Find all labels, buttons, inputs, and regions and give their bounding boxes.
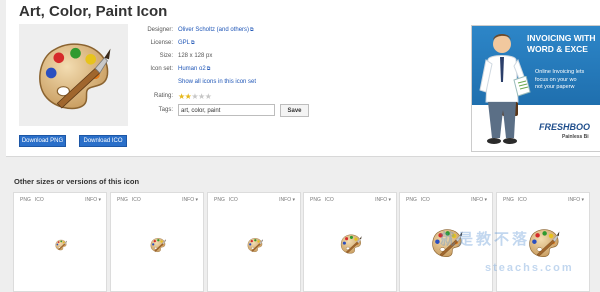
external-link-icon: ⧉ [206, 66, 211, 72]
card-png-link[interactable]: PNG [406, 197, 417, 203]
card-png-link[interactable]: PNG [117, 197, 128, 203]
rating-stars[interactable]: ★★★★★ [178, 92, 212, 101]
paint-palette-icon [36, 38, 112, 114]
paint-palette-icon[interactable] [528, 227, 560, 259]
tags-input[interactable]: art, color, paint [178, 104, 275, 116]
ad-headline: INVOICING WITH WORD & EXCE [527, 33, 595, 55]
card-ico-link[interactable]: ICO [421, 197, 430, 203]
size-card: PNG ICO INFO ▾ [110, 192, 204, 292]
card-png-link[interactable]: PNG [20, 197, 31, 203]
size-value: 128 x 128 px [178, 53, 213, 59]
ad-headline-line-2: WORD & EXCE [527, 44, 588, 54]
card-format-links: PNG ICO [117, 197, 145, 203]
document-icon [513, 76, 531, 97]
star-icon[interactable]: ★ [191, 92, 198, 101]
save-button[interactable]: Save [280, 104, 309, 117]
size-card: PNG ICO INFO ▾ [207, 192, 301, 292]
card-info-dropdown[interactable]: INFO ▾ [471, 197, 487, 203]
card-info-dropdown[interactable]: INFO ▾ [279, 197, 295, 203]
card-format-links: PNG ICO [406, 197, 434, 203]
icon-preview [19, 24, 128, 126]
show-all-icons-link[interactable]: Show all icons in this icon set [178, 79, 256, 85]
card-info-dropdown[interactable]: INFO ▾ [375, 197, 391, 203]
iconset-label: Icon set: [150, 66, 173, 72]
license-value-container: GPL⧉ [178, 40, 195, 46]
ad-body-text: Online Invoicing lets focus on your wo n… [535, 69, 584, 92]
designer-link[interactable]: Oliver Scholtz (and others) [178, 27, 249, 33]
card-ico-link[interactable]: ICO [132, 197, 141, 203]
ad-body-line-2: focus on your wo [535, 76, 577, 83]
ad-body-line-1: Online Invoicing lets [535, 69, 585, 75]
external-link-icon: ⧉ [250, 27, 254, 33]
iconset-value-container: Human o2⧉ [178, 66, 210, 72]
card-format-links: PNG ICO [503, 197, 531, 203]
card-ico-link[interactable]: ICO [325, 197, 334, 203]
card-info-dropdown[interactable]: INFO ▾ [568, 197, 584, 203]
ad-logo: FRESHBOO [539, 122, 591, 132]
card-png-link[interactable]: PNG [214, 197, 225, 203]
size-card: PNG ICO INFO ▾ [13, 192, 107, 292]
card-png-link[interactable]: PNG [503, 197, 514, 203]
card-info-dropdown[interactable]: INFO ▾ [85, 197, 101, 203]
size-card: PNG ICO INFO ▾ [303, 192, 397, 292]
ad-tagline: Painless Bi [562, 134, 589, 140]
download-png-button[interactable]: Download PNG [19, 135, 66, 147]
watermark-url: steachs.com [485, 262, 574, 274]
watermark-text: 就是教不落 [440, 230, 531, 248]
designer-value-container: Oliver Scholtz (and others)⧉ [178, 27, 254, 33]
external-link-icon: ⧉ [191, 40, 195, 46]
page-title: Art, Color, Paint Icon [19, 3, 168, 20]
star-icon[interactable]: ★ [198, 92, 205, 101]
paint-palette-icon[interactable] [340, 233, 362, 255]
tags-label: Tags: [158, 107, 173, 113]
designer-label: Designer: [147, 27, 173, 33]
icon-detail-panel: Art, Color, Paint Icon Download PNG Down… [6, 0, 600, 157]
card-png-link[interactable]: PNG [310, 197, 321, 203]
card-format-links: PNG ICO [310, 197, 338, 203]
advertisement-banner[interactable]: INVOICING WITH WORD & EXCE Online Invoic… [471, 25, 600, 152]
ad-body-line-3: not your paperw [535, 84, 575, 90]
star-icon[interactable]: ★ [205, 92, 212, 101]
card-ico-link[interactable]: ICO [518, 197, 527, 203]
card-ico-link[interactable]: ICO [35, 197, 44, 203]
license-link[interactable]: GPL [178, 40, 190, 46]
rating-label: Rating: [153, 93, 173, 99]
download-ico-button[interactable]: Download ICO [79, 135, 127, 147]
star-icon[interactable]: ★ [178, 92, 185, 101]
card-format-links: PNG ICO [214, 197, 242, 203]
card-info-dropdown[interactable]: INFO ▾ [182, 197, 198, 203]
iconset-link[interactable]: Human o2 [178, 66, 206, 72]
ad-headline-line-1: INVOICING WITH [527, 33, 596, 43]
card-ico-link[interactable]: ICO [229, 197, 238, 203]
other-sizes-title: Other sizes or versions of this icon [14, 177, 140, 186]
paint-palette-icon[interactable] [150, 237, 166, 253]
size-label: Size: [159, 53, 173, 59]
license-label: License: [150, 40, 173, 46]
paint-palette-icon[interactable] [55, 239, 67, 251]
card-format-links: PNG ICO [20, 197, 48, 203]
paint-palette-icon[interactable] [247, 237, 263, 253]
show-all-container: Show all icons in this icon set [178, 79, 256, 85]
